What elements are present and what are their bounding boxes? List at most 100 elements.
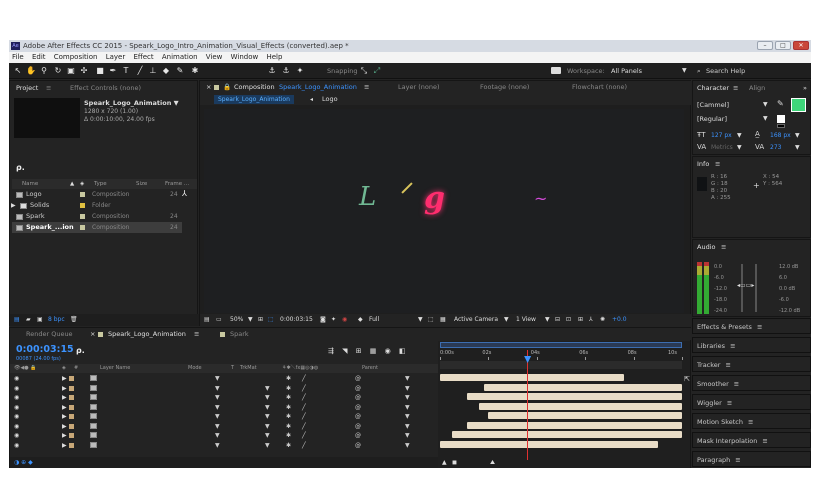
info-menu-icon[interactable]: ≡ xyxy=(715,159,720,170)
quality-switch-icon[interactable]: ╱ xyxy=(302,431,306,441)
label-col-icon[interactable]: ◈ xyxy=(62,364,66,373)
fill-color-swatch[interactable] xyxy=(791,98,806,112)
trash-icon[interactable]: 🗑 xyxy=(70,314,78,326)
timeline-search-icon[interactable]: ρ. xyxy=(76,346,85,355)
menu-effect[interactable]: Effect xyxy=(133,53,153,61)
quality-switch-icon[interactable]: ╱ xyxy=(302,393,306,403)
workspace-select[interactable]: All Panels xyxy=(611,67,642,75)
flowchart-view-icon[interactable]: ⅄ xyxy=(589,314,593,326)
breadcrumb-active[interactable]: Speark_Logo_Animation xyxy=(214,95,294,104)
layer-label-swatch[interactable] xyxy=(69,442,74,448)
panel-mask-interpolation[interactable]: Mask Interpolation ≡ xyxy=(692,432,811,448)
shy-switch-icon[interactable]: ✱ xyxy=(286,403,291,413)
parent-dropdown-icon[interactable]: ▼ xyxy=(405,374,410,384)
character-menu-icon[interactable]: ≡ xyxy=(733,83,738,94)
menu-view[interactable]: View xyxy=(206,53,223,61)
comp-viewer[interactable]: L g ~ xyxy=(204,109,684,313)
layer-duration-bar[interactable] xyxy=(483,383,682,391)
playhead[interactable] xyxy=(527,350,529,460)
layer-label-swatch[interactable] xyxy=(69,376,74,381)
new-folder-icon[interactable]: ▰ xyxy=(26,314,31,326)
layer-label-swatch[interactable] xyxy=(69,433,74,438)
parent-pickwhip-icon[interactable]: @ xyxy=(355,441,361,451)
toggle-switches-icon[interactable]: ◑ ⊕ ◆ xyxy=(14,457,33,468)
sort-icon[interactable]: ▲ xyxy=(70,179,74,189)
label-swatch[interactable] xyxy=(80,192,85,197)
mode-dropdown-icon[interactable]: ▼ xyxy=(215,403,220,413)
rotate-tool-icon[interactable]: ↻ xyxy=(53,66,63,76)
puppet-tool-icon[interactable]: ✦ xyxy=(295,66,305,76)
expand-arrow-icon[interactable]: ▶ xyxy=(62,403,67,413)
trkmat-dropdown-icon[interactable]: ▼ xyxy=(265,412,270,422)
layer-duration-bar[interactable] xyxy=(478,402,682,410)
zoom-tool-icon[interactable]: ⚲ xyxy=(39,66,49,76)
tab-render-queue[interactable]: Render Queue xyxy=(26,329,73,340)
shy-switch-icon[interactable]: ✱ xyxy=(286,441,291,451)
menu-animation[interactable]: Animation xyxy=(162,53,198,61)
expand-arrow-icon[interactable]: ▶ xyxy=(62,384,67,394)
tracking-dropdown-icon[interactable]: ▼ xyxy=(795,144,800,151)
trkmat-dropdown-icon[interactable]: ▼ xyxy=(265,393,270,403)
pen-tool-icon[interactable]: ✒ xyxy=(108,66,118,76)
menu-edit[interactable]: Edit xyxy=(32,53,46,61)
label-header-icon[interactable]: ◈ xyxy=(80,179,84,189)
tab-spark[interactable]: Spark xyxy=(230,329,249,340)
expand-arrow-icon[interactable]: ▶ xyxy=(62,374,67,384)
parent-pickwhip-icon[interactable]: @ xyxy=(355,403,361,413)
show-channel-icon[interactable]: ✦ xyxy=(331,314,336,326)
trkmat-dropdown-icon[interactable]: ▼ xyxy=(265,384,270,394)
align-tool-icon[interactable]: ⚓ xyxy=(267,66,277,76)
maximize-button[interactable]: □ xyxy=(775,41,791,50)
col-num-header[interactable]: # xyxy=(74,364,78,373)
tab-flowchart[interactable]: Flowchart (none) xyxy=(572,82,627,93)
tab-composition-name[interactable]: Speark_Logo_Animation xyxy=(279,82,357,93)
visibility-eye-icon[interactable]: ◉ xyxy=(14,441,19,451)
tab-info[interactable]: Info xyxy=(697,159,709,170)
transparency-grid-icon[interactable]: ▦ xyxy=(440,314,446,326)
rectangle-tool-icon[interactable]: ■ xyxy=(95,66,105,76)
exposure-value[interactable]: +0.0 xyxy=(612,314,627,326)
parent-pickwhip-icon[interactable]: @ xyxy=(355,384,361,394)
menu-composition[interactable]: Composition xyxy=(54,53,98,61)
menu-window[interactable]: Window xyxy=(231,53,259,61)
tab-layer[interactable]: Layer (none) xyxy=(398,82,439,93)
brush-tool-icon[interactable]: ╱ xyxy=(135,66,145,76)
trkmat-dropdown-icon[interactable]: ▼ xyxy=(265,422,270,432)
timeline-tab-close-icon[interactable]: × xyxy=(90,329,95,340)
trkmat-dropdown-icon[interactable]: ▼ xyxy=(265,403,270,413)
panel-paragraph[interactable]: Paragraph ≡ xyxy=(692,451,811,467)
snap-toggle-icon[interactable]: ⤢ xyxy=(372,66,382,76)
mode-dropdown-icon[interactable]: ▼ xyxy=(215,431,220,441)
current-time-display[interactable]: 0:00:03:15 xyxy=(280,314,313,326)
leading-dropdown-icon[interactable]: ▼ xyxy=(795,132,800,139)
trkmat-dropdown-icon[interactable]: ▼ xyxy=(265,431,270,441)
shy-switch-icon[interactable]: ✱ xyxy=(286,384,291,394)
parent-dropdown-icon[interactable]: ▼ xyxy=(405,412,410,422)
comp-panel-menu-icon[interactable]: ≡ xyxy=(364,82,369,93)
leading-value[interactable]: 168 px xyxy=(770,132,791,139)
region-of-interest-icon[interactable]: ⬚ xyxy=(428,314,434,326)
layer-row[interactable]: ◉ ▶ ▼ ✱ ╱ @ ▼ xyxy=(10,374,438,384)
shy-switch-icon[interactable]: ✱ xyxy=(286,374,291,384)
mode-dropdown-icon[interactable]: ▼ xyxy=(215,441,220,451)
resolution-select[interactable]: Full xyxy=(369,314,379,326)
work-area-bar[interactable] xyxy=(440,342,682,348)
expand-arrow-icon[interactable]: ▶ xyxy=(62,431,67,441)
panel-smoother[interactable]: Smoother ≡ xyxy=(692,375,811,391)
project-item[interactable]: Spark Composition 24 xyxy=(12,211,182,222)
mode-dropdown-icon[interactable]: ▼ xyxy=(215,412,220,422)
panel-libraries[interactable]: Libraries ≡ xyxy=(692,337,811,353)
timeline-icon[interactable]: ⊞ xyxy=(578,314,583,326)
font-size-dropdown-icon[interactable]: ▼ xyxy=(737,132,742,139)
layer-label-swatch[interactable] xyxy=(69,404,74,410)
font-family-dropdown-icon[interactable]: ▼ xyxy=(763,101,768,108)
expand-arrow-icon[interactable]: ▶ xyxy=(62,412,67,422)
shy-switch-icon[interactable]: ✱ xyxy=(286,412,291,422)
tab-align[interactable]: Align xyxy=(749,83,765,94)
tab-footage[interactable]: Footage (none) xyxy=(480,82,529,93)
bit-depth-toggle[interactable]: 8 bpc xyxy=(48,314,65,326)
parent-dropdown-icon[interactable]: ▼ xyxy=(405,422,410,432)
lock-icon[interactable]: 🔒 xyxy=(223,82,231,93)
visibility-eye-icon[interactable]: ◉ xyxy=(14,431,19,441)
font-style-dropdown-icon[interactable]: ▼ xyxy=(763,115,768,122)
